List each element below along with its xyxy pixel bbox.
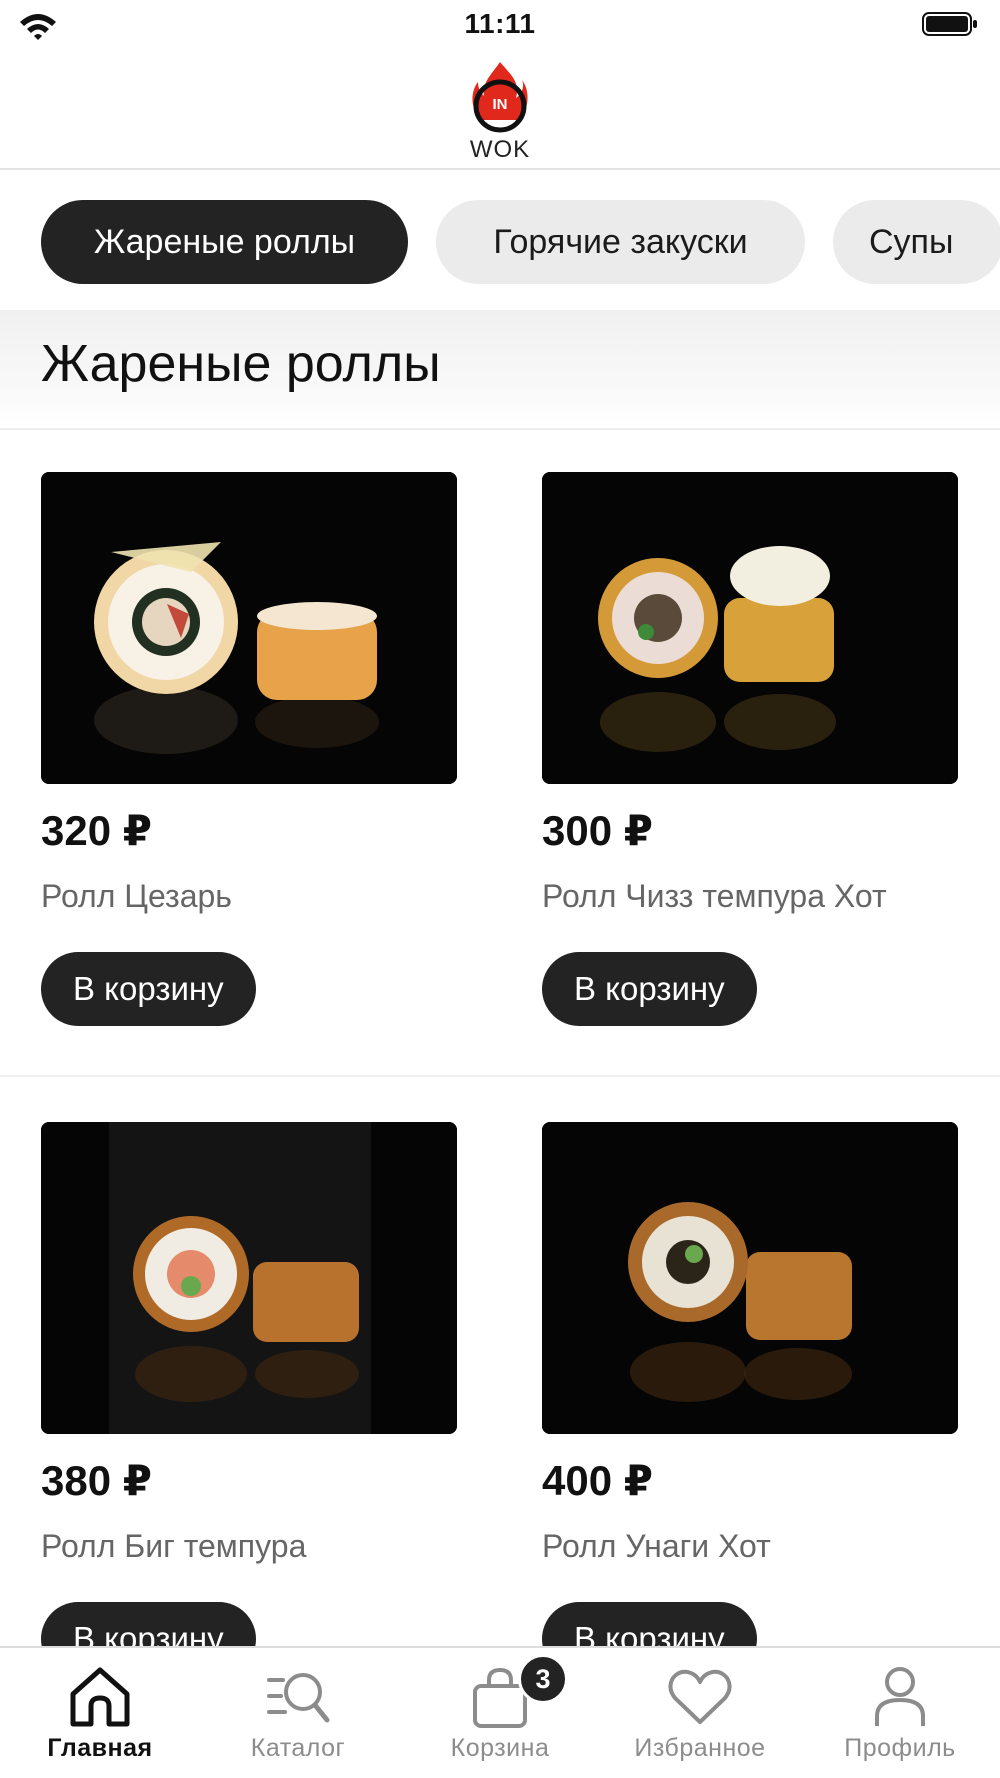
sushi-roll-photo	[41, 472, 457, 784]
product-price: 400 ₽	[542, 1457, 653, 1504]
chip-label: Жареные роллы	[93, 222, 356, 261]
product-price: 380 ₽	[41, 1457, 152, 1504]
tab-home[interactable]: Главная	[0, 1662, 200, 1772]
product-card[interactable]: 400 ₽ Ролл Унаги Хот В корзину	[542, 1122, 958, 1676]
tab-label: Избранное	[634, 1734, 766, 1762]
heart-icon	[668, 1669, 732, 1724]
section-title: Жареные роллы	[41, 335, 441, 393]
product-image[interactable]	[542, 1122, 958, 1434]
category-chips: Жареные роллы Горячие закуски Супы	[0, 200, 1000, 286]
battery-icon	[922, 12, 977, 36]
tab-favorites[interactable]: Избранное	[600, 1662, 800, 1772]
chip-hot-appetizers[interactable]: Горячие закуски	[436, 200, 805, 284]
chip-fried-rolls[interactable]: Жареные роллы	[41, 200, 408, 284]
product-card[interactable]: 300 ₽ Ролл Чизз темпура Хот В корзину	[542, 472, 958, 1026]
sushi-roll-photo	[542, 472, 958, 784]
product-card[interactable]: 320 ₽ Ролл Цезарь В корзину	[41, 472, 457, 1026]
logo-text: WOK	[469, 136, 531, 163]
product-name: Ролл Цезарь	[41, 878, 232, 914]
tab-label: Профиль	[844, 1734, 956, 1762]
product-name: Ролл Унаги Хот	[542, 1528, 771, 1564]
sushi-roll-photo	[41, 1122, 457, 1434]
status-time: 11:11	[464, 8, 536, 39]
section-header: Жареные роллы	[0, 310, 1000, 430]
tab-label: Главная	[47, 1734, 153, 1762]
product-name: Ролл Чизз темпура Хот	[542, 878, 887, 914]
product-image[interactable]	[542, 472, 958, 784]
status-bar: 11:11	[0, 0, 1000, 50]
row-divider	[0, 1075, 1000, 1077]
sushi-roll-photo	[542, 1122, 958, 1434]
product-image[interactable]	[41, 1122, 457, 1434]
chip-soups[interactable]: Супы	[833, 200, 1000, 284]
profile-icon	[875, 1667, 925, 1726]
home-icon	[70, 1667, 130, 1727]
logo-badge-text: IN	[492, 96, 508, 113]
app-logo[interactable]: IN WOK	[460, 58, 540, 164]
add-to-cart-button[interactable]: В корзину	[542, 952, 757, 1026]
product-card[interactable]: 380 ₽ Ролл Биг темпура В корзину	[41, 1122, 457, 1676]
tab-label: Каталог	[250, 1734, 346, 1762]
catalog-search-icon	[267, 1673, 330, 1723]
bottom-tab-bar: Главная Каталог 3 Корзина Избранное Проф…	[0, 1646, 1000, 1778]
add-to-cart-button[interactable]: В корзину	[41, 952, 256, 1026]
tab-catalog[interactable]: Каталог	[198, 1662, 398, 1772]
app-header: IN WOK	[0, 50, 1000, 170]
product-name: Ролл Биг темпура	[41, 1528, 307, 1564]
tab-cart[interactable]: 3 Корзина	[400, 1654, 600, 1772]
cart-count-badge: 3	[518, 1654, 568, 1704]
product-price: 320 ₽	[41, 807, 152, 854]
product-image[interactable]	[41, 472, 457, 784]
tab-profile[interactable]: Профиль	[800, 1662, 1000, 1772]
chip-label: Горячие закуски	[493, 222, 748, 261]
tab-label: Корзина	[450, 1734, 550, 1762]
product-price: 300 ₽	[542, 807, 653, 854]
chip-label: Супы	[869, 222, 954, 261]
